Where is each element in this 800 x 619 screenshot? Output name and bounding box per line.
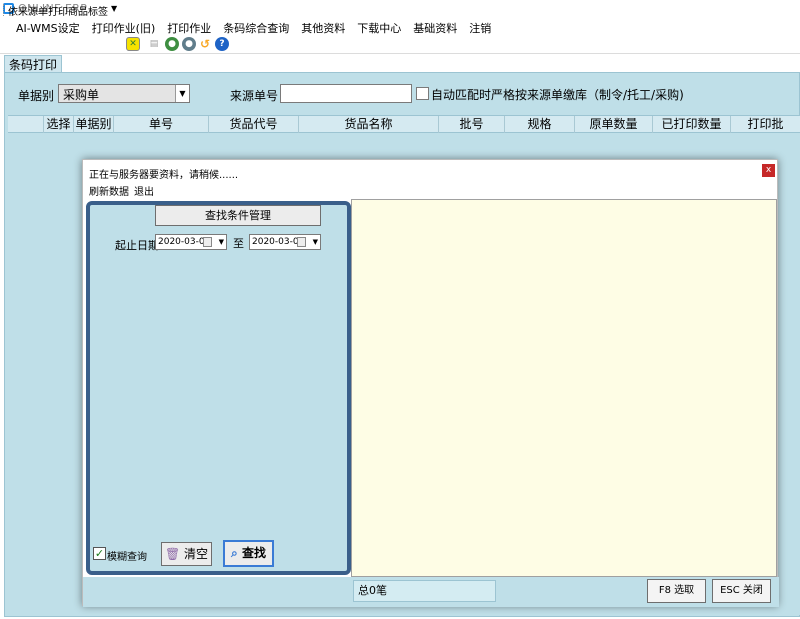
close-icon[interactable]: x xyxy=(762,164,775,177)
query-conditions-button[interactable]: 查找条件管理 xyxy=(155,205,321,226)
menu-ai-wms-settings[interactable]: AI-WMS设定 xyxy=(10,18,86,35)
grid-col-lot[interactable]: 批号 xyxy=(439,116,505,133)
fuzzy-query-checkbox[interactable]: ✓ xyxy=(93,547,106,560)
menu-print-job[interactable]: 打印作业 xyxy=(161,18,217,35)
menu-base-data[interactable]: 基础资料 xyxy=(407,18,463,35)
esc-close-button[interactable]: ESC 关闭 xyxy=(712,579,771,603)
search-icon: ⌕ xyxy=(231,546,238,560)
toolbar xyxy=(0,35,800,54)
dialog-title: 正在与服务器要资料，请稍候...... xyxy=(89,170,239,181)
chevron-down-icon[interactable]: ▼ xyxy=(111,4,117,13)
trash-icon: 🗑 xyxy=(164,547,181,561)
doc-type-value: 采购单 xyxy=(63,88,100,102)
close-x-icon[interactable]: ✕ xyxy=(126,37,140,51)
calendar-icon[interactable] xyxy=(203,237,212,247)
date-from-picker[interactable]: 2020-03-02 ▼ xyxy=(155,234,227,250)
f8-select-button[interactable]: F8 选取 xyxy=(647,579,706,603)
query-dialog: 正在与服务器要资料，请稍候...... x 刷新数据 退出 查找条件管理 起止日… xyxy=(82,159,779,607)
fuzzy-query-label: 模糊查询 xyxy=(107,552,147,563)
doc-type-select[interactable]: 采购单 ▼ xyxy=(58,84,190,103)
search-label: 查找 xyxy=(241,546,266,560)
grid-col-item-name[interactable]: 货品名称 xyxy=(299,116,439,133)
grid-header: 选择 单据别 单号 货品代号 货品名称 批号 规格 原单数量 已打印数量 打印批 xyxy=(8,115,800,133)
chevron-down-icon[interactable]: ▼ xyxy=(219,235,224,249)
menu-barcode-query[interactable]: 条码综合查询 xyxy=(217,18,295,35)
clear-button[interactable]: 🗑 清空 xyxy=(161,542,212,566)
chevron-down-icon[interactable]: ▼ xyxy=(175,85,189,102)
toolbar-combo[interactable]: 依来源单打印商品标签 xyxy=(8,3,108,18)
settings-icon[interactable]: ● xyxy=(182,37,196,51)
grid-col-select[interactable]: 选择 xyxy=(44,116,74,133)
source-no-input[interactable] xyxy=(280,84,412,103)
folder-icon[interactable]: ▤ xyxy=(147,37,161,51)
grid-col-item-code[interactable]: 货品代号 xyxy=(209,116,299,133)
source-no-label: 来源单号 xyxy=(230,89,279,103)
menu-other-data[interactable]: 其他资料 xyxy=(295,18,351,35)
grid-col-doc-type[interactable]: 单据别 xyxy=(74,116,114,133)
search-button[interactable]: ⌕ 查找 xyxy=(223,540,274,567)
toolbar-grip[interactable] xyxy=(3,4,5,16)
grid-col-orig-qty[interactable]: 原单数量 xyxy=(575,116,653,133)
menu-download-center[interactable]: 下载中心 xyxy=(351,18,407,35)
title-bar xyxy=(0,0,800,18)
menu-logout[interactable]: 注销 xyxy=(463,18,497,35)
menu-bar: AI-WMS设定 打印作业(旧) 打印作业 条码综合查询 其他资料 下载中心 基… xyxy=(0,18,800,35)
record-count: 总0笔 xyxy=(353,580,496,602)
results-panel xyxy=(351,199,777,577)
refresh-icon[interactable]: ↺ xyxy=(198,37,212,51)
dialog-menu-refresh[interactable]: 刷新数据 xyxy=(89,183,129,198)
date-to-label: 至 xyxy=(233,237,244,250)
auto-match-checkbox[interactable] xyxy=(416,87,429,100)
grid-col-doc-no[interactable]: 单号 xyxy=(114,116,209,133)
tab-barcode-print[interactable]: 条码打印 xyxy=(4,55,63,72)
menu-print-job-old[interactable]: 打印作业(旧) xyxy=(86,18,162,35)
help-icon[interactable]: ? xyxy=(215,37,229,51)
auto-match-label: 自动匹配时严格按来源单缴库（制令/托工/采购) xyxy=(431,88,684,102)
date-to-picker[interactable]: 2020-03-02 ▼ xyxy=(249,234,321,250)
query-panel xyxy=(86,201,351,575)
dialog-menu-exit[interactable]: 退出 xyxy=(134,183,154,198)
calendar-icon[interactable] xyxy=(297,237,306,247)
grid-col-printed-qty[interactable]: 已打印数量 xyxy=(653,116,731,133)
grid-col-select-blank xyxy=(8,116,44,133)
doc-type-label: 单据别 xyxy=(18,89,55,103)
date-range-label: 起止日期 xyxy=(115,239,159,252)
chevron-down-icon[interactable]: ▼ xyxy=(313,235,318,249)
globe-icon[interactable]: ● xyxy=(165,37,179,51)
grid-col-spec[interactable]: 规格 xyxy=(505,116,575,133)
clear-label: 清空 xyxy=(184,547,209,561)
grid-col-print-batch[interactable]: 打印批 xyxy=(731,116,800,133)
